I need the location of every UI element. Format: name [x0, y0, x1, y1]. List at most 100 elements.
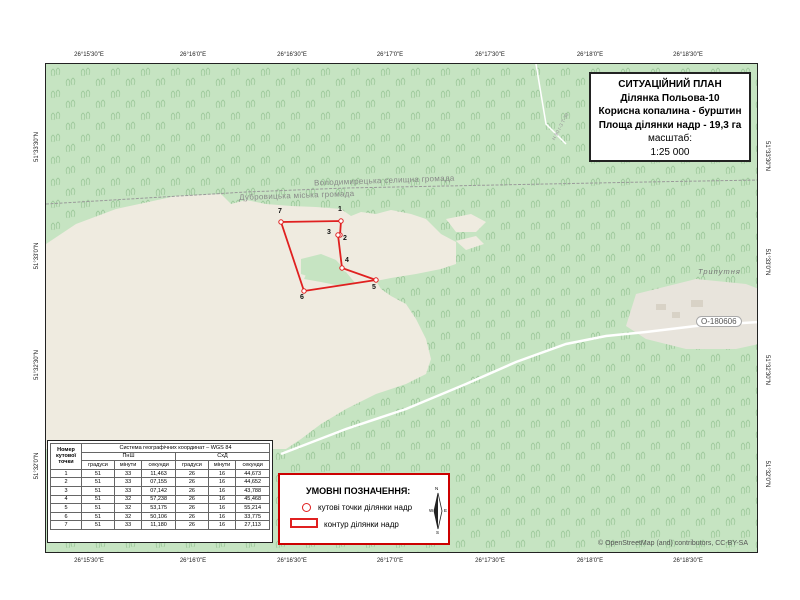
title-mineral: Корисна копалина - бурштин	[598, 106, 742, 117]
west-label: W	[429, 508, 434, 513]
table-cell: 51	[81, 494, 115, 505]
corner-point[interactable]	[301, 288, 307, 294]
grid-label-right: 51°32'30"N	[764, 354, 770, 386]
table-cell: 26	[174, 477, 209, 487]
legend-point-symbol	[302, 503, 311, 512]
point-label: 1	[338, 206, 342, 213]
table-cell: 16	[207, 494, 237, 505]
building	[656, 304, 666, 310]
table-cell: 55,214	[235, 503, 270, 513]
legend-contour-label: контур ділянки надр	[324, 520, 399, 529]
table-cell: 51	[81, 468, 115, 479]
grid-label-top: 26°18'30"E	[673, 52, 703, 58]
point-label: 4	[345, 257, 349, 264]
point-label: 2	[343, 235, 347, 242]
table-cell: 26	[174, 485, 209, 496]
table-row: 6 51 32 50,106 26 16 33,775	[50, 511, 270, 522]
grid-label-left: 51°32'0"N	[34, 452, 40, 480]
village-label: Трипутня	[698, 267, 741, 276]
table-cell: 44,652	[235, 477, 270, 487]
building	[672, 312, 680, 318]
table-cell: 26	[174, 494, 209, 505]
table-row: 1 51 33 11,463 26 16 44,673	[50, 468, 270, 479]
grid-label-bottom: 26°18'0"E	[576, 558, 604, 564]
table-cell: 4	[50, 494, 82, 505]
grid-label-top: 26°16'30"E	[277, 52, 307, 58]
table-cell: 07,155	[141, 477, 176, 487]
table-row: 3 51 33 07,142 26 16 43,788	[50, 485, 270, 496]
coordinates-table: Номер кутової точки Система географічних…	[50, 443, 271, 530]
table-cell: 51	[81, 520, 115, 530]
table-cell: 57,238	[141, 494, 176, 505]
table-cell: 3	[50, 485, 82, 496]
title-box: СИТУАЦІЙНИЙ ПЛАН Ділянка Польова-10 Кори…	[589, 72, 751, 162]
table-cell: 43,788	[235, 485, 270, 496]
col-header-sec: секунди	[235, 460, 270, 470]
title-site: Ділянка Польова-10	[620, 92, 720, 104]
table-cell: 51	[81, 485, 115, 496]
table-cell: 2	[50, 477, 82, 487]
grid-label-bottom: 26°17'30"E	[475, 558, 505, 564]
corner-point[interactable]	[335, 232, 341, 238]
col-header-number: Номер кутової точки	[50, 443, 82, 470]
table-cell: 33,775	[235, 511, 270, 522]
table-cell: 16	[207, 503, 237, 513]
grid-label-top: 26°18'0"E	[576, 52, 604, 58]
corner-point[interactable]	[373, 277, 379, 283]
table-cell: 33	[113, 477, 143, 487]
grid-label-left: 51°33'30"N	[34, 131, 40, 163]
table-cell: 33	[113, 485, 143, 496]
table-cell: 07,142	[141, 485, 176, 496]
grid-label-left: 51°33'0"N	[34, 242, 40, 270]
corner-point[interactable]	[278, 219, 284, 225]
table-cell: 50,106	[141, 511, 176, 522]
table-cell: 11,463	[141, 468, 176, 479]
table-cell: 16	[207, 485, 237, 496]
grid-label-bottom: 26°16'0"E	[179, 558, 207, 564]
col-header-system: Система географічних координат – WGS 84	[81, 443, 270, 453]
table-cell: 11,180	[141, 520, 176, 530]
grid-label-bottom: 26°17'0"E	[376, 558, 404, 564]
table-cell: 1	[50, 468, 82, 479]
table-cell: 51	[81, 477, 115, 487]
legend-box: УМОВНІ ПОЗНАЧЕННЯ: кутові точки ділянки …	[278, 473, 450, 545]
table-cell: 26	[174, 511, 209, 522]
point-label: 7	[278, 208, 282, 215]
corner-point[interactable]	[339, 265, 345, 271]
table-cell: 33	[113, 520, 143, 530]
table-cell: 33	[113, 468, 143, 479]
south-label: S	[436, 530, 440, 535]
scale-label: масштаб:	[648, 133, 692, 144]
scale-value: 1:25 000	[650, 146, 690, 158]
coordinates-table-box: Номер кутової точки Система географічних…	[47, 440, 273, 543]
corner-point[interactable]	[338, 218, 344, 224]
col-header-sec: секунди	[141, 460, 176, 470]
grid-label-right: 51°33'0"N	[764, 248, 770, 276]
grid-label-right: 51°33'30"N	[764, 140, 770, 172]
north-label: N	[435, 486, 439, 491]
title-area: Площа ділянки надр - 19,3 га	[598, 119, 742, 131]
table-cell: 7	[50, 520, 82, 530]
table-cell: 27,113	[235, 520, 270, 530]
table-cell: 26	[174, 520, 209, 530]
grid-label-top: 26°17'30"E	[475, 52, 505, 58]
grid-label-bottom: 26°15'30"E	[74, 558, 104, 564]
legend-contour-symbol	[290, 518, 318, 528]
building	[691, 300, 703, 307]
road-label: О-180606	[696, 316, 742, 327]
table-cell: 51	[81, 503, 115, 513]
east-label: E	[444, 508, 448, 513]
grid-label-top: 26°17'0"E	[376, 52, 404, 58]
col-header-deg: градуси	[174, 460, 209, 470]
col-header-deg: градуси	[81, 460, 115, 470]
table-cell: 16	[207, 520, 237, 530]
table-cell: 32	[113, 503, 143, 513]
grid-label-right: 51°32'0"N	[764, 460, 770, 488]
table-cell: 51	[81, 511, 115, 522]
table-cell: 32	[113, 494, 143, 505]
table-cell: 16	[207, 477, 237, 487]
legend-title: УМОВНІ ПОЗНАЧЕННЯ:	[306, 486, 411, 496]
col-header-lon: СхД	[174, 451, 271, 462]
table-cell: 5	[50, 503, 82, 513]
table-cell: 32	[113, 511, 143, 522]
